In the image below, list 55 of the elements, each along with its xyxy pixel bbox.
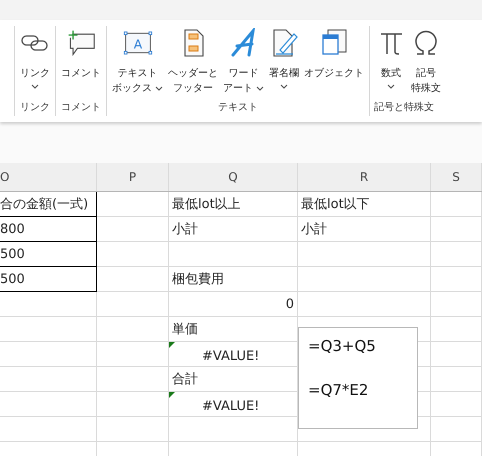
error-indicator-icon	[169, 392, 175, 398]
empty-cell	[431, 217, 482, 242]
table-cell: 0	[169, 292, 298, 317]
group-label: 記号と特殊文	[374, 100, 434, 115]
table-cell: 単価	[169, 317, 298, 342]
table-cell: 梱包費用	[169, 267, 298, 292]
empty-cell	[431, 342, 482, 367]
ribbon-button[interactable]: A テキスト ボックス	[110, 26, 165, 100]
ribbon-button[interactable]: 記号 特殊文	[409, 26, 443, 100]
table-cell: 小計	[169, 217, 298, 242]
formula-text: =Q3+Q5	[308, 337, 376, 355]
group-label: リンク	[20, 101, 50, 115]
empty-cell	[97, 417, 169, 442]
error-indicator-icon	[169, 342, 175, 348]
empty-cell	[431, 417, 482, 442]
empty-cell	[97, 292, 169, 317]
text-box[interactable]: =Q3+Q5 =Q7*E2	[298, 327, 418, 429]
table-cell: 最低lot以下	[298, 192, 431, 217]
column-header[interactable]: R	[298, 163, 431, 191]
ribbon-button[interactable]: ヘッダーと フッター	[166, 26, 220, 100]
table-cell: 小計	[298, 217, 431, 242]
empty-cell	[97, 242, 169, 267]
empty-cell	[97, 392, 169, 417]
ribbon-button[interactable]: 数式	[374, 26, 408, 100]
empty-cell	[431, 317, 482, 342]
empty-cell	[431, 192, 482, 217]
comment-plus-icon	[66, 28, 96, 58]
ribbon-button[interactable]: 署名欄	[267, 26, 301, 100]
column-header[interactable]: Q	[169, 163, 298, 191]
group-label: テキスト	[218, 101, 258, 115]
empty-cell	[97, 342, 169, 367]
table-cell: 合の金額(一式)	[0, 192, 97, 217]
table-cell: 500	[0, 242, 97, 267]
column-header[interactable]: O	[0, 163, 97, 191]
ribbon-button[interactable]: コメント	[59, 26, 103, 100]
column-header[interactable]: S	[431, 163, 482, 191]
empty-cell	[97, 192, 169, 217]
ribbon-button[interactable]: リンク	[18, 26, 52, 100]
empty-cell	[97, 317, 169, 342]
empty-cell	[431, 292, 482, 317]
table-cell: 最低lot以上	[169, 192, 298, 217]
empty-cell	[97, 267, 169, 292]
empty-cell	[431, 367, 482, 392]
ribbon-button[interactable]: ワード アート	[221, 26, 266, 100]
empty-cell	[97, 217, 169, 242]
table-cell: 800	[0, 217, 97, 242]
table-cell: 500	[0, 267, 97, 292]
ribbon-button[interactable]: オブジェクト	[302, 26, 366, 100]
empty-cell	[431, 242, 482, 267]
column-header[interactable]: P	[97, 163, 169, 191]
formula-text: =Q7*E2	[308, 381, 368, 399]
group-label: コメント	[61, 101, 101, 115]
empty-cell	[431, 267, 482, 292]
empty-cell	[431, 392, 482, 417]
empty-cell	[97, 367, 169, 392]
